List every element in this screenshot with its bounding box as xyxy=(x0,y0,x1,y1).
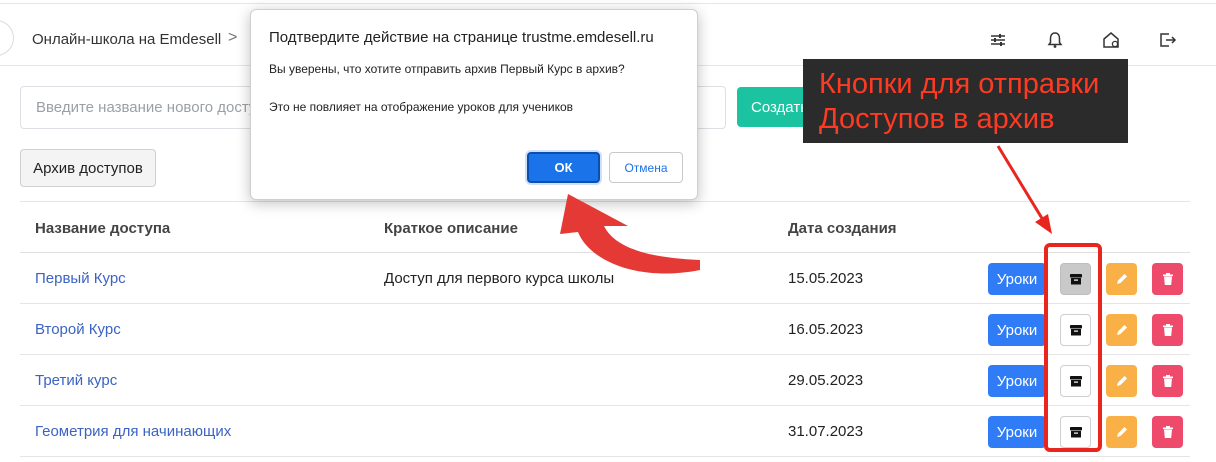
access-name-link[interactable]: Третий курс xyxy=(35,372,117,389)
pencil-icon xyxy=(1116,325,1127,335)
confirm-dialog: Подтвердите действие на странице trustme… xyxy=(250,9,698,200)
access-description: Доступ для первого курса школы xyxy=(384,270,615,287)
annotation-line-1: Кнопки для отправки xyxy=(819,68,1100,100)
lessons-button[interactable]: Уроки xyxy=(988,365,1046,397)
annotation-callout: Кнопки для отправки Доступов в архив xyxy=(803,59,1128,143)
trash-icon xyxy=(1162,273,1173,285)
table-row: Второй Курс 16.05.2023 Уроки xyxy=(20,304,1190,355)
top-divider xyxy=(0,0,1216,4)
lessons-button[interactable]: Уроки xyxy=(988,314,1046,346)
breadcrumb[interactable]: Онлайн-школа на Emdesell xyxy=(32,31,221,48)
delete-button[interactable] xyxy=(1152,365,1183,397)
logout-icon[interactable] xyxy=(1158,30,1178,50)
pencil-icon xyxy=(1116,376,1127,386)
lessons-button[interactable]: Уроки xyxy=(988,263,1046,295)
pencil-icon xyxy=(1116,427,1127,437)
trash-icon xyxy=(1162,426,1173,438)
dialog-title: Подтвердите действие на странице trustme… xyxy=(269,29,654,46)
dialog-message: Вы уверены, что хотите отправить архив П… xyxy=(269,62,625,76)
access-created-date: 31.07.2023 xyxy=(788,423,864,440)
delete-button[interactable] xyxy=(1152,416,1183,448)
edit-button[interactable] xyxy=(1106,263,1137,295)
access-name-link[interactable]: Первый Курс xyxy=(35,270,126,287)
dialog-ok-button[interactable]: ОК xyxy=(527,152,600,183)
delete-button[interactable] xyxy=(1152,314,1183,346)
table-row: Первый Курс Доступ для первого курса шко… xyxy=(20,253,1190,304)
access-name-link[interactable]: Геометрия для начинающих xyxy=(35,423,231,440)
archive-buttons-highlight xyxy=(1044,243,1102,452)
dialog-note: Это не повлияет на отображение уроков дл… xyxy=(269,100,574,114)
table-row: Третий курс 29.05.2023 Уроки xyxy=(20,355,1190,406)
sliders-icon[interactable] xyxy=(988,30,1008,50)
lessons-button[interactable]: Уроки xyxy=(988,416,1046,448)
pencil-icon xyxy=(1116,274,1127,284)
trash-icon xyxy=(1162,324,1173,336)
dialog-cancel-button[interactable]: Отмена xyxy=(609,152,683,183)
column-header-name: Название доступа xyxy=(35,220,171,237)
table-header: Название доступа Краткое описание Дата с… xyxy=(20,201,1190,253)
delete-button[interactable] xyxy=(1152,263,1183,295)
column-header-description: Краткое описание xyxy=(384,220,518,237)
access-created-date: 15.05.2023 xyxy=(788,270,864,287)
edit-button[interactable] xyxy=(1106,314,1137,346)
home-settings-icon[interactable] xyxy=(1101,30,1121,50)
access-created-date: 29.05.2023 xyxy=(788,372,864,389)
edit-button[interactable] xyxy=(1106,365,1137,397)
table-row: Геометрия для начинающих 31.07.2023 Урок… xyxy=(20,406,1190,457)
column-header-created: Дата создания xyxy=(788,220,897,237)
edit-button[interactable] xyxy=(1106,416,1137,448)
trash-icon xyxy=(1162,375,1173,387)
page: Онлайн-школа на Emdesell > Создать Архив… xyxy=(0,0,1216,462)
annotation-line-2: Доступов в архив xyxy=(819,103,1055,135)
back-button[interactable] xyxy=(0,20,14,56)
breadcrumb-separator-icon: > xyxy=(228,29,238,46)
access-created-date: 16.05.2023 xyxy=(788,321,864,338)
access-table: Название доступа Краткое описание Дата с… xyxy=(20,201,1190,457)
bell-icon[interactable] xyxy=(1045,30,1065,50)
access-archive-button[interactable]: Архив доступов xyxy=(20,149,156,187)
access-name-link[interactable]: Второй Курс xyxy=(35,321,121,338)
